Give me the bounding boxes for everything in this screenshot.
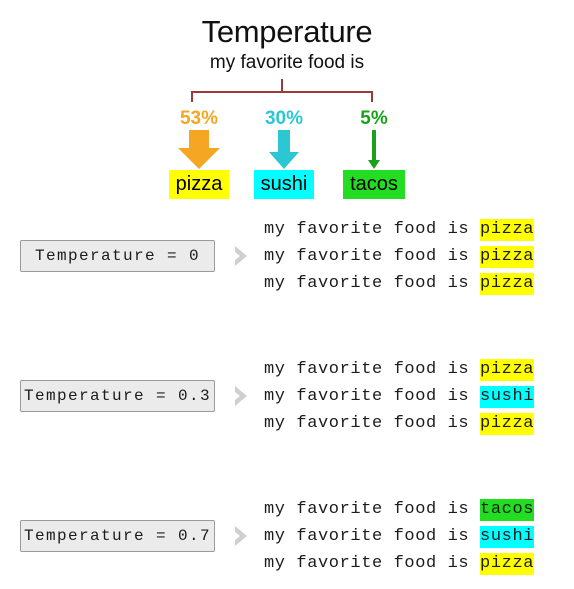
sample-token: pizza xyxy=(480,273,535,295)
temperature-row-0: Temperature = 0 my favorite food is pizz… xyxy=(0,212,574,307)
sample-line: my favorite food is pizza xyxy=(264,550,564,577)
sample-token: tacos xyxy=(480,499,535,521)
temperature-row-1: Temperature = 0.3 my favorite food is pi… xyxy=(0,352,574,447)
temperature-setting-box-1[interactable]: Temperature = 0.3 xyxy=(20,380,215,412)
sample-token: pizza xyxy=(480,553,535,575)
sample-line: my favorite food is pizza xyxy=(264,410,564,437)
sample-outputs-2: my favorite food is tacos my favorite fo… xyxy=(264,496,564,577)
sample-prefix: my favorite food is xyxy=(264,387,481,406)
sample-token: sushi xyxy=(480,526,535,548)
sample-line: my favorite food is sushi xyxy=(264,383,564,410)
sample-token: pizza xyxy=(480,413,535,435)
sample-line: my favorite food is pizza xyxy=(264,243,564,270)
sample-prefix: my favorite food is xyxy=(264,274,481,293)
sample-prefix: my favorite food is xyxy=(264,220,481,239)
sample-prefix: my favorite food is xyxy=(264,414,481,433)
arrow-tacos xyxy=(319,130,429,170)
temperature-row-2: Temperature = 0.7 my favorite food is ta… xyxy=(0,492,574,587)
distribution-brace xyxy=(191,79,373,102)
chevron-right-icon xyxy=(232,245,254,272)
temperature-setting-label-1: Temperature = 0.3 xyxy=(23,387,212,405)
sample-token: pizza xyxy=(480,359,535,381)
chevron-right-icon xyxy=(232,385,254,412)
token-box-sushi: sushi xyxy=(253,170,315,199)
sample-token: pizza xyxy=(480,219,535,241)
sample-line: my favorite food is pizza xyxy=(264,356,564,383)
probability-label-tacos: 5% xyxy=(360,108,388,129)
temperature-setting-box-2[interactable]: Temperature = 0.7 xyxy=(20,520,215,552)
prompt-text: my favorite food is xyxy=(209,52,365,73)
temperature-setting-box-0[interactable]: Temperature = 0 xyxy=(20,240,215,272)
temperature-setting-label-0: Temperature = 0 xyxy=(34,247,201,265)
sample-prefix: my favorite food is xyxy=(264,527,481,546)
sample-outputs-0: my favorite food is pizza my favorite fo… xyxy=(264,216,564,297)
sample-line: my favorite food is pizza xyxy=(264,216,564,243)
sample-outputs-1: my favorite food is pizza my favorite fo… xyxy=(264,356,564,437)
sample-line: my favorite food is sushi xyxy=(264,523,564,550)
sample-line: my favorite food is pizza xyxy=(264,270,564,297)
sample-prefix: my favorite food is xyxy=(264,360,481,379)
page-title: Temperature xyxy=(201,14,373,49)
sample-token: pizza xyxy=(480,246,535,268)
chevron-right-icon xyxy=(232,525,254,552)
sample-line: my favorite food is tacos xyxy=(264,496,564,523)
distribution-column-tacos: 5% tacos xyxy=(319,108,429,199)
token-box-tacos: tacos xyxy=(343,170,405,199)
sample-token: sushi xyxy=(480,386,535,408)
token-box-pizza: pizza xyxy=(168,170,230,199)
sample-prefix: my favorite food is xyxy=(264,554,481,573)
sample-prefix: my favorite food is xyxy=(264,247,481,266)
temperature-setting-label-2: Temperature = 0.7 xyxy=(23,527,212,545)
sample-prefix: my favorite food is xyxy=(264,500,481,519)
